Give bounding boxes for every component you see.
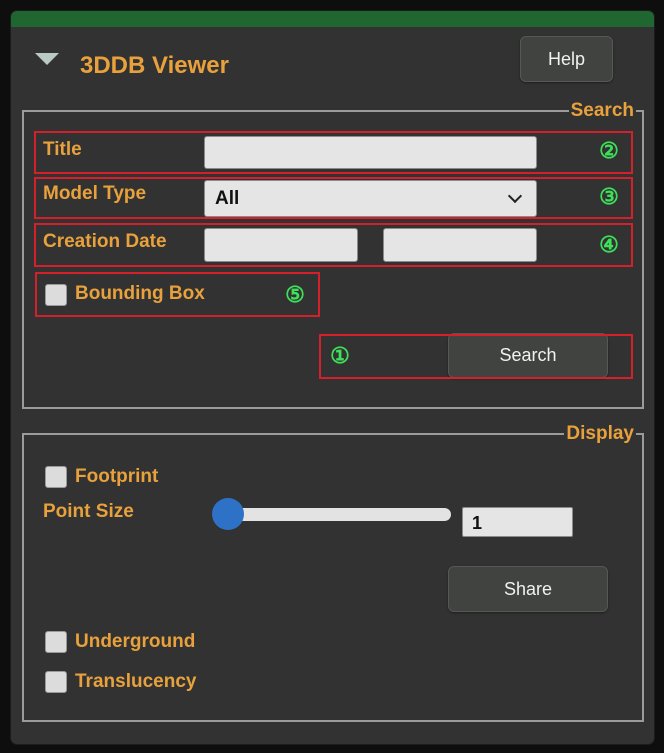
collapse-triangle-icon[interactable] [35,53,59,65]
translucency-label[interactable]: Translucency [75,671,196,693]
share-button[interactable]: Share [448,566,608,612]
marker-4: ④ [599,232,619,257]
point-size-slider-track[interactable] [221,508,451,521]
annotation-box-search [319,334,633,379]
marker-1: ① [330,343,350,368]
footprint-label[interactable]: Footprint [75,466,158,488]
point-size-label: Point Size [43,501,134,522]
marker-5: ⑤ [285,282,305,307]
translucency-checkbox[interactable] [45,671,67,693]
underground-label[interactable]: Underground [75,631,195,653]
viewer-panel: 3DDB Viewer Help Search Title Model Type… [11,11,654,744]
marker-2: ② [599,138,619,163]
point-size-slider-thumb[interactable] [212,498,244,530]
panel-title: 3DDB Viewer [80,52,229,79]
marker-3: ③ [599,184,619,209]
annotation-box-bounding-box [35,272,320,317]
annotation-box-model-type [34,177,633,219]
annotation-box-title [34,131,633,174]
annotation-box-creation-date [34,223,633,267]
point-size-value: 1 [472,513,483,533]
underground-checkbox[interactable] [45,631,67,653]
display-legend: Display [566,423,634,444]
search-legend: Search [570,100,634,121]
help-button[interactable]: Help [520,36,613,82]
footprint-checkbox[interactable] [45,466,67,488]
top-accent-bar [11,11,654,27]
point-size-input[interactable]: 1 [462,507,573,537]
